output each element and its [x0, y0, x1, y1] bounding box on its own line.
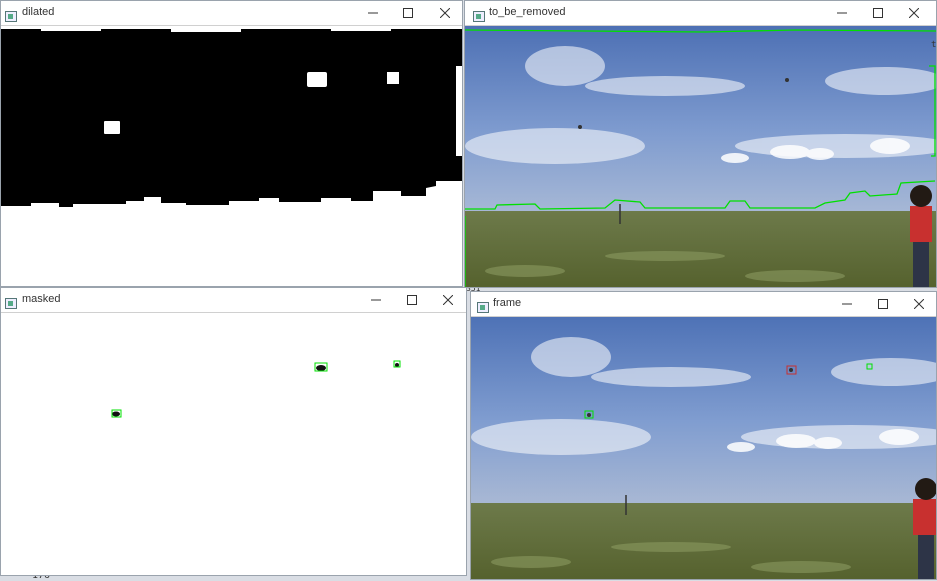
minimize-button[interactable]	[363, 290, 389, 310]
maximize-button[interactable]	[395, 3, 421, 23]
maximize-icon	[403, 8, 413, 18]
background-text-side: t	[931, 40, 937, 50]
close-button[interactable]	[435, 290, 461, 310]
maximize-icon	[878, 299, 888, 309]
frame-image	[471, 317, 936, 579]
window-frame[interactable]: frame	[470, 291, 937, 580]
maximize-icon	[407, 295, 417, 305]
opencv-window-icon	[473, 7, 485, 22]
titlebar-frame[interactable]: frame	[471, 292, 936, 317]
minimize-icon	[837, 12, 847, 14]
opencv-window-icon	[5, 7, 17, 22]
minimize-button[interactable]	[829, 3, 855, 23]
window-title: dilated	[22, 6, 55, 18]
close-icon	[914, 299, 924, 309]
masked-image	[1, 313, 466, 575]
close-icon	[443, 295, 453, 305]
minimize-button[interactable]	[834, 294, 860, 314]
opencv-window-icon	[5, 294, 17, 309]
minimize-icon	[842, 303, 852, 305]
to-be-removed-image	[465, 26, 936, 287]
minimize-icon	[368, 12, 378, 14]
dilated-image	[1, 26, 462, 286]
close-icon	[909, 8, 919, 18]
window-dilated[interactable]: dilated	[0, 0, 463, 287]
close-button[interactable]	[432, 3, 458, 23]
maximize-icon	[873, 8, 883, 18]
opencv-window-icon	[477, 298, 489, 313]
close-button[interactable]	[906, 294, 932, 314]
maximize-button[interactable]	[865, 3, 891, 23]
maximize-button[interactable]	[399, 290, 425, 310]
window-to-be-removed[interactable]: to_be_removed	[464, 0, 937, 288]
minimize-icon	[371, 299, 381, 301]
minimize-button[interactable]	[360, 3, 386, 23]
window-masked[interactable]: masked	[0, 287, 467, 576]
close-button[interactable]	[901, 3, 927, 23]
titlebar-dilated[interactable]: dilated	[1, 1, 462, 26]
window-title: to_be_removed	[489, 6, 566, 18]
window-title: frame	[493, 297, 522, 309]
close-icon	[440, 8, 450, 18]
titlebar-to-be-removed[interactable]: to_be_removed	[465, 1, 936, 26]
window-title: masked	[22, 293, 61, 305]
titlebar-masked[interactable]: masked	[1, 288, 466, 313]
maximize-button[interactable]	[870, 294, 896, 314]
